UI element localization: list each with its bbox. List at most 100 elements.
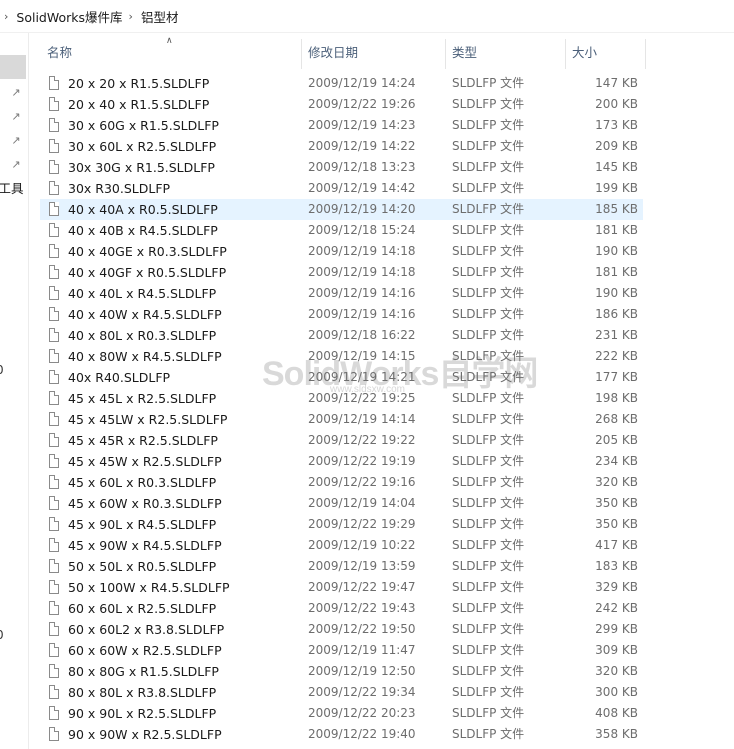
file-row[interactable]: 60 x 60L x R2.5.SLDLFP 2009/12/22 19:43 SL… (40, 598, 643, 619)
file-date: 2009/12/22 19:16 (308, 475, 416, 489)
file-row[interactable]: 40 x 40GE x R0.3.SLDLFP 2009/12/19 14:18 S… (40, 241, 643, 262)
file-row[interactable]: 40x R40.SLDLFP 2009/12/19 14:21 SLDLFP 文件 1… (40, 367, 643, 388)
file-date: 2009/12/22 19:47 (308, 580, 416, 594)
file-row[interactable]: 45 x 90L x R4.5.SLDLFP 2009/12/22 19:29 SL… (40, 514, 643, 535)
column-header-date[interactable]: 修改日期 (308, 45, 358, 65)
file-row[interactable]: 30x 30G x R1.5.SLDLFP 2009/12/18 13:23 SLD… (40, 157, 643, 178)
file-row[interactable]: 40 x 80W x R4.5.SLDLFP 2009/12/19 14:15 SL… (40, 346, 643, 367)
file-type: SLDLFP 文件 (452, 307, 525, 321)
file-row[interactable]: 45 x 90W x R4.5.SLDLFP 2009/12/19 10:22 SL… (40, 535, 643, 556)
file-row[interactable]: 30 x 60G x R1.5.SLDLFP 2009/12/19 14:23 SL… (40, 115, 643, 136)
nav-item-fragment[interactable]: 0 (0, 628, 4, 642)
file-date: 2009/12/19 14:18 (308, 265, 416, 279)
file-date: 2009/12/19 14:18 (308, 244, 416, 258)
file-date: 2009/12/22 19:26 (308, 97, 416, 111)
file-size: 186 KB (595, 307, 638, 321)
file-name: 40 x 40A x R0.5.SLDLFP (68, 202, 218, 217)
pin-icon[interactable]: ↗ (10, 87, 22, 99)
file-type: SLDLFP 文件 (452, 643, 525, 657)
file-type: SLDLFP 文件 (452, 244, 525, 258)
file-size: 350 KB (595, 496, 638, 510)
file-name: 60 x 60L x R2.5.SLDLFP (68, 601, 217, 616)
column-header-type[interactable]: 类型 (452, 45, 477, 65)
column-divider[interactable] (301, 39, 302, 69)
chevron-right-icon[interactable]: › (4, 10, 8, 23)
file-row[interactable]: 45 x 45LW x R2.5.SLDLFP 2009/12/19 14:14 S… (40, 409, 643, 430)
file-row[interactable]: 80 x 80G x R1.5.SLDLFP 2009/12/19 12:50 SL… (40, 661, 643, 682)
file-type: SLDLFP 文件 (452, 97, 525, 111)
pin-icon[interactable]: ↗ (10, 135, 22, 147)
file-row[interactable]: 90 x 90L x R2.5.SLDLFP 2009/12/22 20:23 SL… (40, 703, 643, 724)
file-name: 30x R30.SLDLFP (68, 181, 171, 196)
file-type: SLDLFP 文件 (452, 181, 525, 195)
file-row[interactable]: 50 x 50L x R0.5.SLDLFP 2009/12/19 13:59 SL… (40, 556, 643, 577)
column-header-size[interactable]: 大小 (572, 45, 597, 65)
file-row[interactable]: 45 x 45R x R2.5.SLDLFP 2009/12/22 19:22 SL… (40, 430, 643, 451)
file-type: SLDLFP 文件 (452, 370, 525, 384)
file-size: 408 KB (595, 706, 638, 720)
file-date: 2009/12/22 19:25 (308, 391, 416, 405)
nav-item-tools[interactable]: 具工具 (0, 178, 24, 197)
file-row[interactable]: 45 x 45W x R2.5.SLDLFP 2009/12/22 19:19 SL… (40, 451, 643, 472)
file-name: 40 x 40W x R4.5.SLDLFP (68, 307, 222, 322)
nav-selected-item[interactable] (0, 55, 26, 79)
pin-icon[interactable]: ↗ (10, 159, 22, 171)
file-icon (49, 559, 59, 573)
chevron-right-icon[interactable]: › (129, 10, 133, 23)
file-row[interactable]: 80 x 80L x R3.8.SLDLFP 2009/12/22 19:34 SL… (40, 682, 643, 703)
file-type: SLDLFP 文件 (452, 538, 525, 552)
file-row[interactable]: 90 x 90W x R2.5.SLDLFP 2009/12/22 19:40 SL… (40, 724, 643, 745)
file-size: 300 KB (595, 685, 638, 699)
file-row[interactable]: 30 x 60L x R2.5.SLDLFP 2009/12/19 14:22 SL… (40, 136, 643, 157)
file-type: SLDLFP 文件 (452, 496, 525, 510)
file-size: 320 KB (595, 664, 638, 678)
file-icon (49, 475, 59, 489)
file-row[interactable]: 20 x 20 x R1.5.SLDLFP 2009/12/19 14:24 SLD… (40, 73, 643, 94)
column-header-bar: ∧ 名称 修改日期 类型 大小 (40, 33, 734, 73)
file-icon (49, 433, 59, 447)
file-row[interactable]: 50 x 100W x R4.5.SLDLFP 2009/12/22 19:47 S… (40, 577, 643, 598)
file-icon (49, 685, 59, 699)
nav-item-fragment[interactable]: 0 (0, 363, 4, 377)
breadcrumb-item-current[interactable]: 铝型材 (139, 5, 181, 28)
file-name: 45 x 90L x R4.5.SLDLFP (68, 517, 217, 532)
file-row[interactable]: 20 x 40 x R1.5.SLDLFP 2009/12/22 19:26 SLD… (40, 94, 643, 115)
file-row[interactable]: 30x R30.SLDLFP 2009/12/19 14:42 SLDLFP 文件 1… (40, 178, 643, 199)
file-size: 177 KB (595, 370, 638, 384)
file-name: 30 x 60G x R1.5.SLDLFP (68, 118, 219, 133)
file-date: 2009/12/19 14:21 (308, 370, 416, 384)
file-row[interactable]: 40 x 40B x R4.5.SLDLFP 2009/12/18 15:24 SL… (40, 220, 643, 241)
breadcrumb: › SolidWorks爆件库 › 铝型材 (0, 0, 734, 33)
file-row[interactable]: 45 x 60W x R0.3.SLDLFP 2009/12/19 14:04 SL… (40, 493, 643, 514)
file-row[interactable]: 40 x 40L x R4.5.SLDLFP 2009/12/19 14:16 SL… (40, 283, 643, 304)
file-row[interactable]: 40 x 80L x R0.3.SLDLFP 2009/12/18 16:22 SL… (40, 325, 643, 346)
file-type: SLDLFP 文件 (452, 223, 525, 237)
file-date: 2009/12/19 14:16 (308, 286, 416, 300)
file-row[interactable]: 45 x 45L x R2.5.SLDLFP 2009/12/22 19:25 SL… (40, 388, 643, 409)
file-row[interactable]: 40 x 40A x R0.5.SLDLFP 2009/12/19 14:20 SL… (40, 199, 643, 220)
file-date: 2009/12/19 13:59 (308, 559, 416, 573)
file-row[interactable]: 60 x 60W x R2.5.SLDLFP 2009/12/19 11:47 SL… (40, 640, 643, 661)
file-row[interactable]: 40 x 40GF x R0.5.SLDLFP 2009/12/19 14:18 S… (40, 262, 643, 283)
file-name: 90 x 90L x R2.5.SLDLFP (68, 706, 217, 721)
file-size: 145 KB (595, 160, 638, 174)
file-icon (49, 202, 59, 216)
breadcrumb-item-library[interactable]: SolidWorks爆件库 (14, 5, 124, 28)
file-icon (49, 643, 59, 657)
column-header-name[interactable]: 名称 (47, 45, 72, 65)
file-type: SLDLFP 文件 (452, 139, 525, 153)
file-icon (49, 328, 59, 342)
file-icon (49, 139, 59, 153)
column-divider[interactable] (565, 39, 566, 69)
file-row[interactable]: 60 x 60L2 x R3.8.SLDLFP 2009/12/22 19:50 S… (40, 619, 643, 640)
column-divider[interactable] (645, 39, 646, 69)
file-row[interactable]: 40 x 40W x R4.5.SLDLFP 2009/12/19 14:16 SL… (40, 304, 643, 325)
file-name: 60 x 60W x R2.5.SLDLFP (68, 643, 222, 658)
file-date: 2009/12/22 19:22 (308, 433, 416, 447)
file-name: 30x 30G x R1.5.SLDLFP (68, 160, 215, 175)
file-row[interactable]: 45 x 60L x R0.3.SLDLFP 2009/12/22 19:16 SL… (40, 472, 643, 493)
file-type: SLDLFP 文件 (452, 202, 525, 216)
file-size: 329 KB (595, 580, 638, 594)
pin-icon[interactable]: ↗ (10, 111, 22, 123)
column-divider[interactable] (445, 39, 446, 69)
